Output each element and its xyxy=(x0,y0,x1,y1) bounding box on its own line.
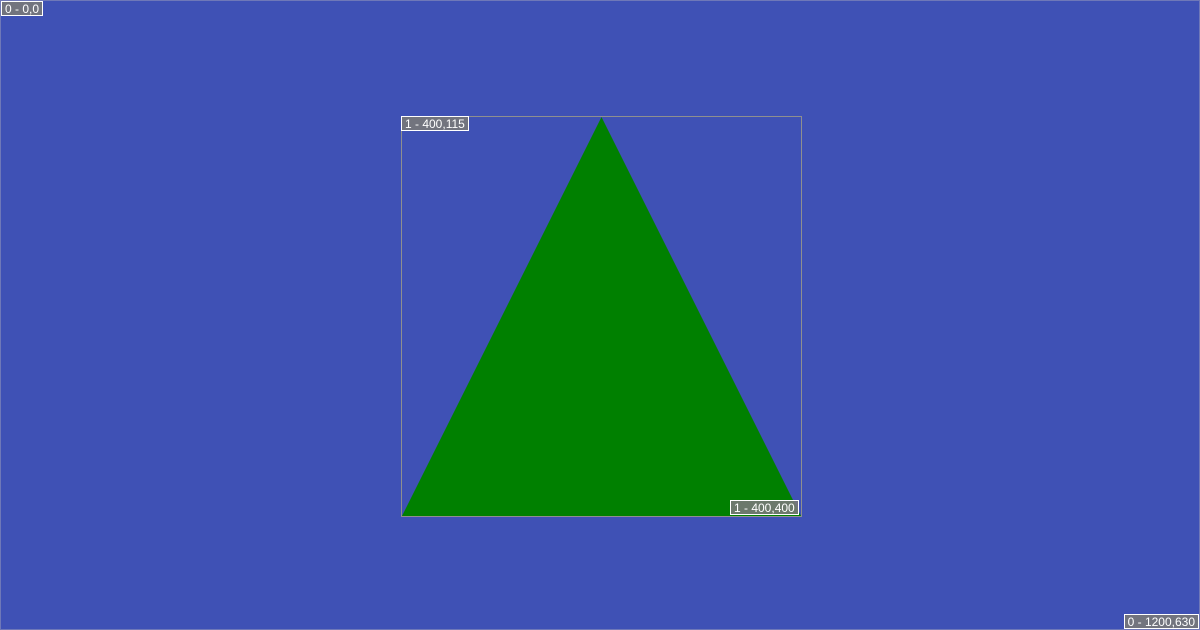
green-triangle xyxy=(402,117,801,516)
triangle-frame xyxy=(401,116,802,517)
triangle-canvas xyxy=(402,117,801,516)
canvas-root: 0 - 0,0 1 - 400,115 1 - 400,400 0 - 1200… xyxy=(0,0,1200,630)
frame-size-label: 1 - 400,400 xyxy=(730,500,799,515)
root-size-label: 0 - 1200,630 xyxy=(1123,614,1199,629)
root-origin-label: 0 - 0,0 xyxy=(1,1,44,16)
frame-origin-label: 1 - 400,115 xyxy=(401,116,469,131)
